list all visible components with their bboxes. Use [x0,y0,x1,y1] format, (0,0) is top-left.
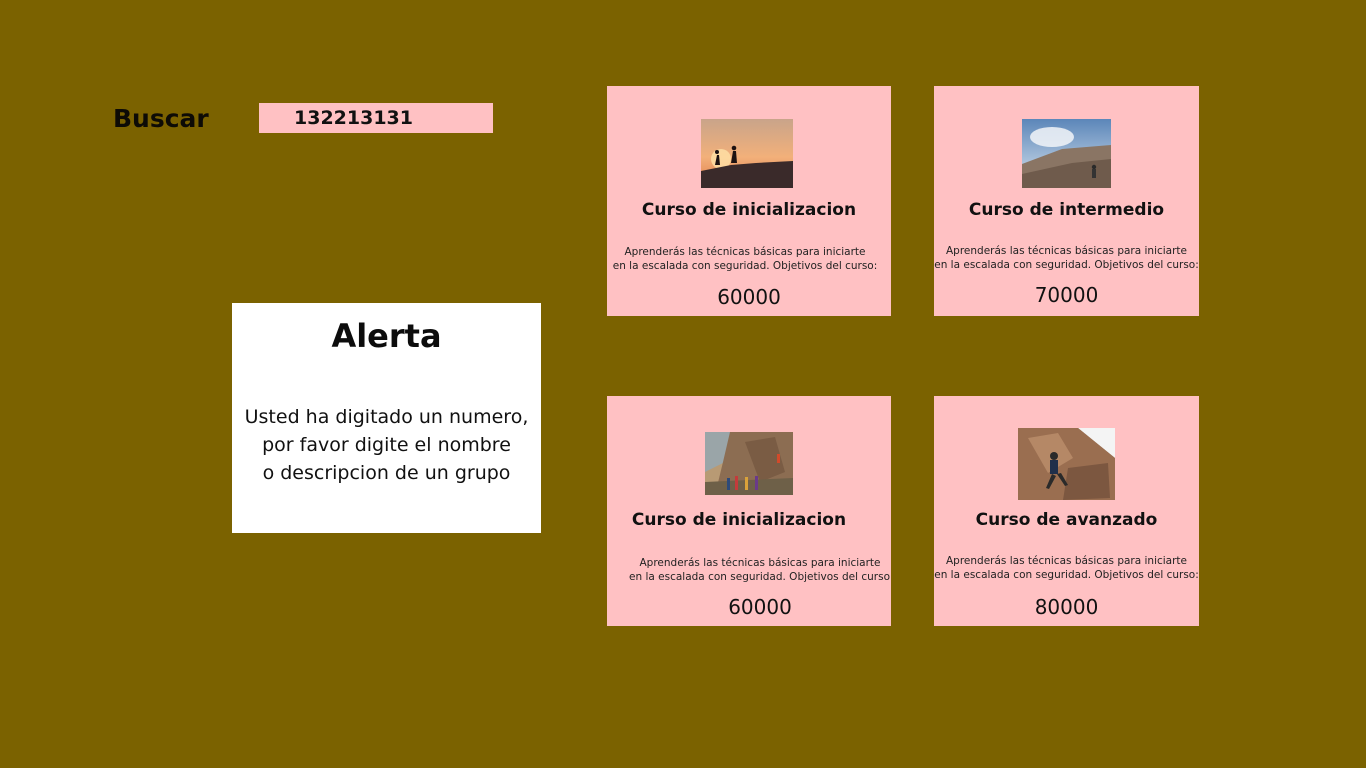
course-card[interactable]: Curso de intermedio Aprenderás las técni… [934,86,1199,316]
course-description-line: en la escalada con seguridad. Objetivos … [934,259,1199,271]
course-card[interactable]: Curso de inicializacion Aprenderás las t… [607,86,891,316]
course-card[interactable]: Curso de avanzado Aprenderás las técnica… [934,396,1199,626]
search-label: Buscar [113,104,209,133]
course-title: Curso de avanzado [975,510,1158,530]
search-input[interactable] [259,103,493,133]
course-description: Aprenderás las técnicas básicas para ini… [934,244,1199,272]
course-description: Aprenderás las técnicas básicas para ini… [607,245,891,273]
course-card[interactable]: Curso de inicializacion Aprenderás las t… [607,396,891,626]
group-climbing-wall-photo [705,432,793,495]
alert-dialog: Alerta Usted ha digitado un numero, por … [232,303,541,533]
course-description-line: en la escalada con seguridad. Objetivos … [934,569,1199,581]
alert-message-line: Usted ha digitado un numero, [244,406,529,428]
course-price: 70000 [1034,283,1099,307]
course-title: Curso de inicializacion [631,510,847,530]
course-title: Curso de inicializacion [641,200,857,220]
alert-title: Alerta [331,317,442,355]
course-description-line: en la escalada con seguridad. Objetivos … [629,571,891,583]
course-description-line: en la escalada con seguridad. Objetivos … [612,260,878,272]
course-description-line: Aprenderás las técnicas básicas para ini… [945,555,1188,567]
alert-message-line: por favor digite el nombre [262,434,511,456]
alert-message-line: o descripcion de un grupo [262,462,511,484]
climber-rock-face-photo [1018,428,1115,500]
course-price: 80000 [1034,595,1099,619]
course-title: Curso de intermedio [968,200,1165,220]
course-description: Aprenderás las técnicas básicas para ini… [629,556,891,584]
rock-slab-sky-photo [1022,119,1111,188]
course-description-line: Aprenderás las técnicas básicas para ini… [624,246,866,258]
course-description: Aprenderás las técnicas básicas para ini… [934,554,1199,582]
hikers-sunset-photo [701,119,793,188]
course-description-line: Aprenderás las técnicas básicas para ini… [639,557,881,569]
course-price: 60000 [717,285,781,309]
course-description-line: Aprenderás las técnicas básicas para ini… [945,245,1188,257]
course-price: 60000 [728,595,792,619]
alert-message: Usted ha digitado un numero, por favor d… [232,403,541,487]
